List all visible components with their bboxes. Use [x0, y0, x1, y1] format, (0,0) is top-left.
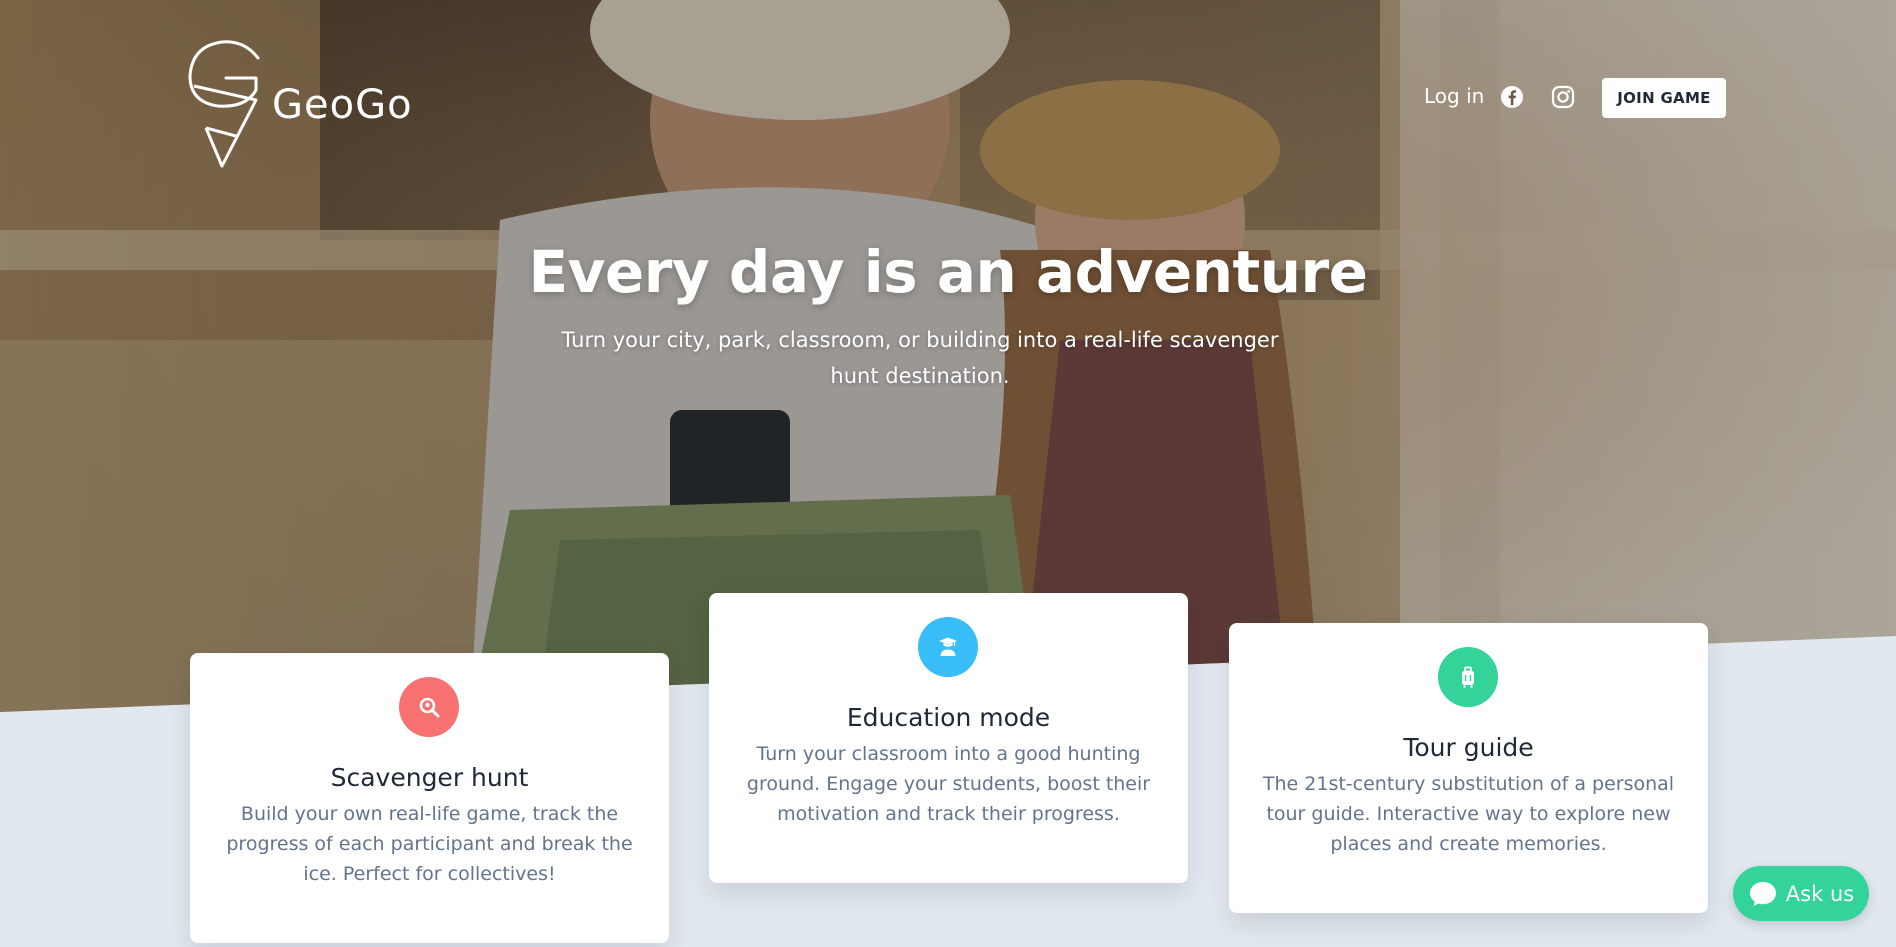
- feature-card-tour-guide[interactable]: Tour guide The 21st-century substitution…: [1229, 623, 1708, 913]
- card-title: Scavenger hunt: [330, 763, 529, 792]
- hero-title: Every day is an adventure: [528, 238, 1368, 306]
- luggage-icon: [1438, 647, 1498, 707]
- card-title: Tour guide: [1403, 733, 1534, 762]
- login-link[interactable]: Log in: [1424, 84, 1484, 108]
- feature-card-education-mode[interactable]: Education mode Turn your classroom into …: [709, 593, 1188, 883]
- feature-card-scavenger-hunt[interactable]: Scavenger hunt Build your own real-life …: [190, 653, 669, 943]
- card-text: Build your own real-life game, track the…: [226, 803, 633, 885]
- chat-icon: [1749, 881, 1776, 906]
- instagram-icon[interactable]: [1551, 85, 1575, 109]
- card-title: Education mode: [846, 703, 1051, 732]
- join-game-button[interactable]: JOIN GAME: [1602, 78, 1726, 118]
- card-text: The 21st-century substitution of a perso…: [1262, 773, 1675, 855]
- facebook-icon[interactable]: [1500, 85, 1524, 109]
- brand-name: GeoGo: [272, 82, 413, 128]
- search-location-icon: [399, 677, 459, 737]
- card-text: Turn your classroom into a good hunting …: [746, 743, 1151, 825]
- brand-logo[interactable]: GeoGo: [186, 40, 412, 170]
- ask-us-label: Ask us: [1785, 881, 1855, 906]
- hero-subtitle: Turn your city, park, classroom, or buil…: [561, 328, 1279, 388]
- graduate-icon: [918, 617, 978, 677]
- ask-us-button[interactable]: Ask us: [1733, 866, 1869, 921]
- geogo-logo-icon: [188, 40, 260, 168]
